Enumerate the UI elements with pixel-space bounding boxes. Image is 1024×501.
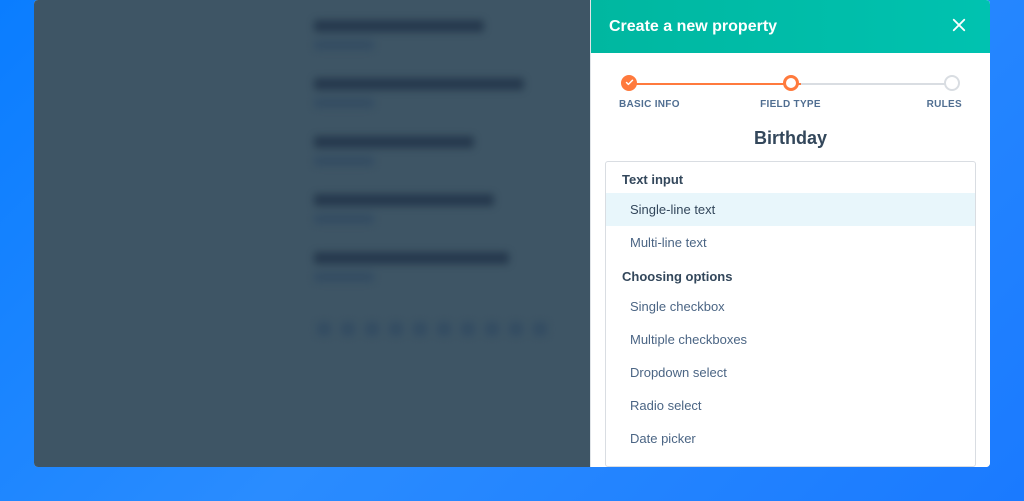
close-button[interactable] <box>946 12 972 41</box>
group-heading: Choosing options <box>606 259 975 290</box>
stepper: BASIC INFO FIELD TYPE RULES <box>591 53 990 120</box>
step-rules[interactable] <box>942 75 962 91</box>
modal-backdrop <box>34 0 590 467</box>
property-name-heading: Birthday <box>591 120 990 161</box>
option-multi-line-text[interactable]: Multi-line text <box>606 226 975 259</box>
step-basic-info[interactable] <box>619 75 639 91</box>
stepper-progress <box>629 83 801 85</box>
option-radio-select[interactable]: Radio select <box>606 389 975 422</box>
group-heading: Values <box>606 455 975 466</box>
check-icon <box>625 74 634 92</box>
group-heading: Text input <box>606 162 975 193</box>
step-field-type[interactable] <box>781 75 801 91</box>
step-label: RULES <box>892 99 962 110</box>
step-dot-done <box>621 75 637 91</box>
option-dropdown-select[interactable]: Dropdown select <box>606 356 975 389</box>
step-label: FIELD TYPE <box>756 99 826 110</box>
option-single-checkbox[interactable]: Single checkbox <box>606 290 975 323</box>
background-blurred-content <box>34 0 590 467</box>
drawer-title: Create a new property <box>609 18 777 36</box>
create-property-drawer: Create a new property <box>590 0 990 467</box>
step-label: BASIC INFO <box>619 99 689 110</box>
drawer-header: Create a new property <box>591 0 990 53</box>
step-dot-active <box>783 75 799 91</box>
field-type-list-scroll[interactable]: Text input Single-line text Multi-line t… <box>606 162 975 466</box>
field-type-list: Text input Single-line text Multi-line t… <box>605 161 976 467</box>
step-dot-pending <box>944 75 960 91</box>
option-multiple-checkboxes[interactable]: Multiple checkboxes <box>606 323 975 356</box>
option-date-picker[interactable]: Date picker <box>606 422 975 455</box>
close-icon <box>950 16 968 37</box>
option-single-line-text[interactable]: Single-line text <box>606 193 975 226</box>
app-frame: Create a new property <box>34 0 990 467</box>
